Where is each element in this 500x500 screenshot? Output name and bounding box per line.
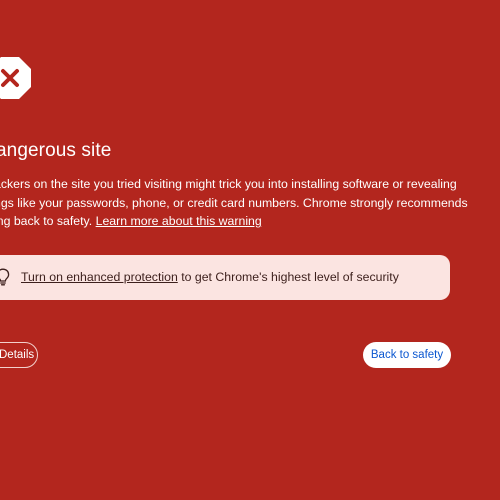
page-title: angerous site [0,140,112,161]
enhanced-protection-text: Turn on enhanced protection to get Chrom… [21,270,399,284]
description-line-3-text: ing back to safety. [0,214,96,228]
description-line-2: ngs like your passwords, phone, or credi… [0,195,468,210]
enhanced-protection-suffix: to get Chrome's highest level of securit… [177,270,399,284]
description-line-1: ackers on the site you tried visiting mi… [0,177,457,191]
details-button[interactable]: Details [0,342,38,368]
description-line-3: ing back to safety. Learn more about thi… [0,212,464,231]
learn-more-link[interactable]: Learn more about this warning [96,214,262,228]
interstitial-page: angerous site ackers on the site you tri… [0,0,500,500]
enhanced-protection-banner: Turn on enhanced protection to get Chrom… [0,255,450,300]
warning-x-icon [0,57,31,99]
enhanced-protection-link[interactable]: Turn on enhanced protection [21,270,178,284]
lightbulb-icon [0,268,10,286]
back-to-safety-button[interactable]: Back to safety [363,342,451,368]
warning-description: ackers on the site you tried visiting mi… [0,175,468,231]
